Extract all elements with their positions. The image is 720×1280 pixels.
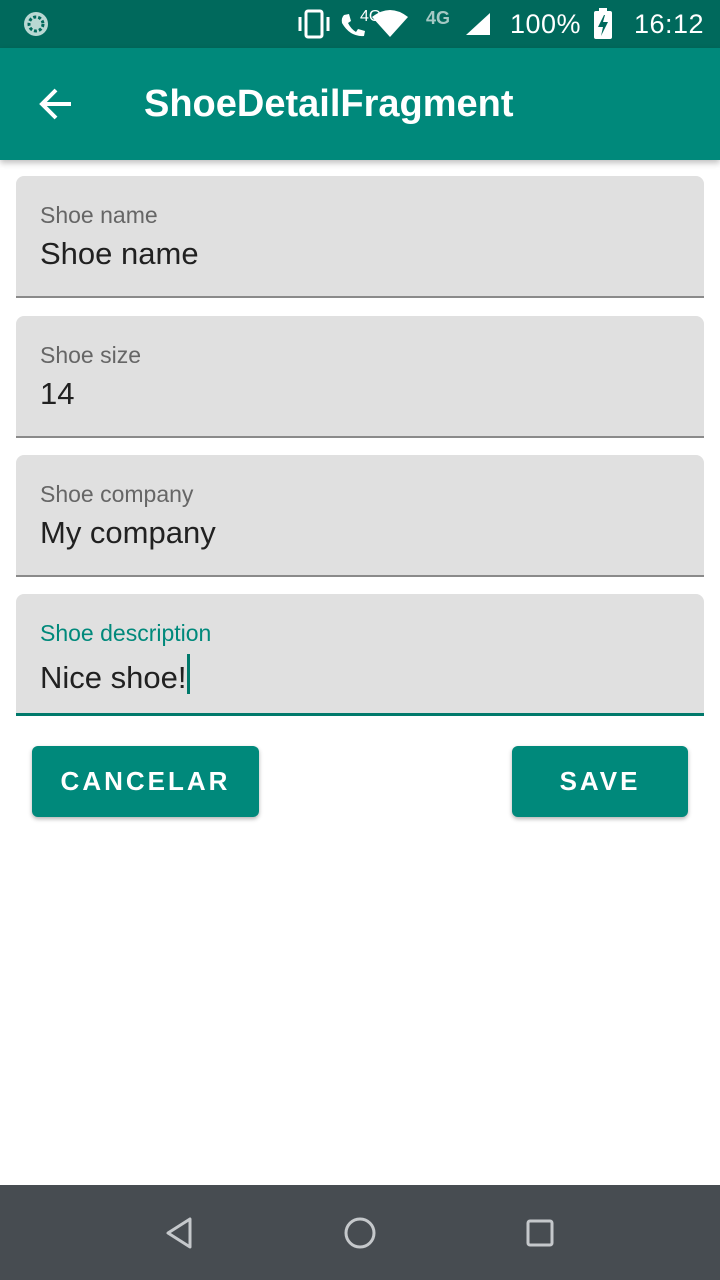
arrow-back-icon [39, 88, 71, 120]
vibrate-icon [296, 0, 332, 48]
battery-charging-icon [592, 0, 614, 48]
field-label: Shoe description [40, 620, 212, 646]
triangle-back-icon [166, 1217, 192, 1249]
square-recents-icon [526, 1219, 554, 1247]
network-type-label: 4G [426, 7, 451, 28]
field-value[interactable]: 14 [40, 376, 74, 412]
app-bar: ShoeDetailFragment [0, 48, 720, 160]
nav-recents-button[interactable] [506, 1199, 574, 1267]
back-button[interactable] [22, 70, 90, 138]
sync-icon [22, 10, 50, 38]
shoe-name-field[interactable]: Shoe name Shoe name [16, 176, 704, 298]
field-label: Shoe name [40, 202, 158, 228]
shoe-company-field[interactable]: Shoe company My company [16, 455, 704, 577]
field-label: Shoe size [40, 342, 142, 368]
field-value[interactable]: Shoe name [40, 236, 199, 272]
status-bar: 4G 4G 100% 16:12 [0, 0, 720, 48]
shoe-description-field[interactable]: Shoe description Nice shoe! [16, 594, 704, 716]
field-label: Shoe company [40, 481, 194, 507]
signal-icon [464, 0, 492, 48]
shoe-size-field[interactable]: Shoe size 14 [16, 316, 704, 438]
wifi-calling-icon: 4G [338, 0, 381, 48]
navigation-bar [0, 1185, 720, 1280]
field-value[interactable]: Nice shoe! [40, 660, 186, 695]
cancel-button[interactable]: CANCELAR [32, 746, 259, 817]
nav-back-button[interactable] [146, 1199, 214, 1267]
wifi-icon [370, 0, 410, 48]
nav-home-button[interactable] [326, 1199, 394, 1267]
clock: 16:12 [634, 8, 705, 39]
text-cursor [187, 654, 191, 694]
save-button[interactable]: SAVE [512, 746, 688, 817]
battery-percent: 100% [510, 8, 582, 39]
circle-home-icon [344, 1217, 376, 1249]
page-title: ShoeDetailFragment [144, 82, 514, 125]
field-value[interactable]: My company [40, 515, 216, 551]
